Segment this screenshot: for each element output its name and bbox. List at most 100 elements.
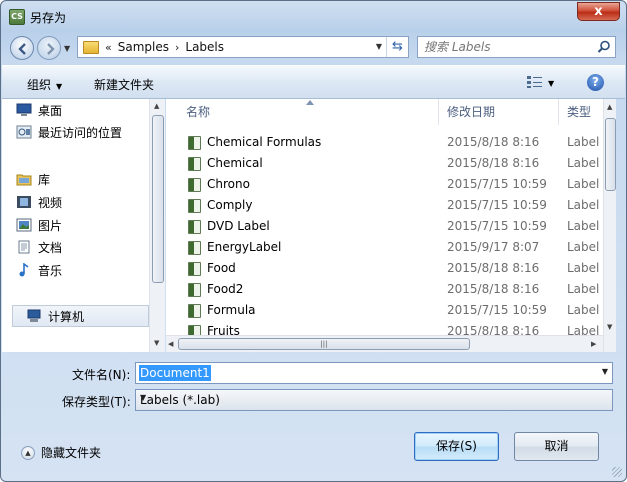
filename-field[interactable]: Document1 xyxy=(139,365,211,381)
file-row[interactable]: Chemical Formulas 2015/8/18 8:16 Label xyxy=(184,132,614,153)
file-date: 2015/8/18 8:16 xyxy=(447,282,540,296)
filename-combobox[interactable]: Document1 ▼ xyxy=(135,362,613,384)
file-type: Label xyxy=(567,240,600,254)
file-type: Label xyxy=(567,156,600,170)
file-type: Label xyxy=(567,303,600,317)
sidebar-item-documents[interactable]: 文档 xyxy=(18,238,63,256)
file-name: Comply xyxy=(207,198,253,212)
sidebar-item-label: 视频 xyxy=(38,195,63,210)
file-date: 2015/8/18 8:16 xyxy=(447,324,540,335)
pictures-icon xyxy=(16,218,32,232)
recent-locations-dropdown[interactable]: ▼ xyxy=(64,44,70,53)
back-button[interactable] xyxy=(10,36,34,60)
address-bar[interactable]: « Samples › Labels ▼ ⇆ xyxy=(77,36,409,58)
file-row[interactable]: Formula 2015/7/15 10:59 Label xyxy=(184,300,614,321)
breadcrumb-separator[interactable]: › xyxy=(175,41,179,54)
save-as-dialog: CS 另存为 x ▼ « Samples › Labels ▼ ⇆ 组织 ▼ 新建… xyxy=(0,0,627,482)
refresh-icon[interactable]: ⇆ xyxy=(386,37,408,57)
filename-label: 文件名(N): xyxy=(72,368,131,382)
scroll-left-icon[interactable]: ◀ xyxy=(168,340,173,348)
sidebar-item-computer-label-row[interactable]: 计算机 xyxy=(27,307,84,325)
label-file-icon xyxy=(188,262,201,276)
label-file-icon xyxy=(188,220,201,234)
search-icon[interactable] xyxy=(597,40,611,54)
breadcrumb-labels[interactable]: Labels xyxy=(185,40,224,54)
window-title: 另存为 xyxy=(30,11,67,25)
command-toolbar: 组织 ▼ 新建文件夹 ▼ ? xyxy=(2,65,625,99)
file-row[interactable]: Chemical 2015/8/18 8:16 Label xyxy=(184,153,614,174)
breadcrumb-samples[interactable]: Samples xyxy=(118,40,169,54)
scroll-down-icon[interactable]: ▼ xyxy=(607,323,612,331)
sidebar-item-video[interactable]: 视频 xyxy=(17,193,63,211)
close-button[interactable]: x xyxy=(577,2,620,21)
search-input[interactable] xyxy=(424,39,594,55)
overflow-chevron[interactable]: « xyxy=(105,41,112,54)
organize-button[interactable]: 组织 ▼ xyxy=(27,76,62,93)
scroll-up-icon[interactable]: ▲ xyxy=(154,102,159,110)
scroll-up-icon[interactable]: ▲ xyxy=(607,103,612,111)
address-dropdown-icon[interactable]: ▼ xyxy=(376,42,382,51)
file-row[interactable]: Fruits 2015/8/18 8:16 Label xyxy=(184,321,614,335)
file-row[interactable]: Chrono 2015/7/15 10:59 Label xyxy=(184,174,614,195)
column-header-type[interactable]: 类型 xyxy=(559,99,603,125)
sidebar-item-recent-places[interactable]: 最近访问的位置 xyxy=(16,123,122,141)
vertical-scroll-thumb[interactable] xyxy=(605,118,616,191)
save-button[interactable]: 保存(S) xyxy=(414,432,499,461)
forward-button[interactable] xyxy=(37,36,61,60)
column-header-date[interactable]: 修改日期 xyxy=(439,99,559,125)
documents-icon xyxy=(18,240,30,254)
sidebar-item-label: 桌面 xyxy=(38,103,63,118)
file-list-vertical-scrollbar[interactable]: ▲ ▼ xyxy=(603,99,616,352)
chevron-down-icon[interactable]: ▼ xyxy=(140,393,608,402)
recent-places-icon xyxy=(16,125,32,139)
navigation-pane: 桌面 最近访问的位置 库 视频 图片 文档 音乐 计算机 ▲ ▼ xyxy=(2,99,165,352)
label-file-icon xyxy=(188,304,201,318)
new-folder-button[interactable]: 新建文件夹 xyxy=(94,76,154,93)
sidebar-item-label: 库 xyxy=(38,172,51,187)
filetype-select[interactable]: Labels (*.lab) ▼ xyxy=(135,389,613,411)
resize-grip-icon[interactable] xyxy=(612,467,622,477)
scroll-down-icon[interactable]: ▼ xyxy=(154,339,159,347)
view-options-icon[interactable] xyxy=(526,75,544,89)
help-icon[interactable]: ? xyxy=(587,74,604,91)
file-date: 2015/7/15 10:59 xyxy=(447,177,547,191)
scroll-right-icon[interactable]: ▶ xyxy=(591,340,596,348)
arrow-left-icon xyxy=(18,43,26,55)
sidebar-item-library[interactable]: 库 xyxy=(16,170,51,188)
file-list-horizontal-scrollbar[interactable]: ◀ ||| ▶ xyxy=(166,335,603,352)
title-bar: CS 另存为 x xyxy=(1,1,626,31)
file-row[interactable]: DVD Label 2015/7/15 10:59 Label xyxy=(184,216,614,237)
file-type: Label xyxy=(567,282,600,296)
file-name: Chemical xyxy=(207,156,263,170)
file-list-pane: 名称 修改日期 类型 Chemical Formulas 2015/8/18 8:… xyxy=(166,99,616,352)
sidebar-item-label: 图片 xyxy=(38,218,63,233)
hide-folders-toggle[interactable]: ▲ 隐藏文件夹 xyxy=(21,444,101,461)
sidebar-item-pictures[interactable]: 图片 xyxy=(16,216,63,234)
sidebar-scroll-thumb[interactable] xyxy=(152,115,164,283)
sidebar-item-desktop[interactable]: 桌面 xyxy=(16,101,63,119)
collapse-up-icon: ▲ xyxy=(21,445,35,460)
file-date: 2015/7/15 10:59 xyxy=(447,198,547,212)
chevron-down-icon[interactable]: ▼ xyxy=(602,367,608,376)
file-row[interactable]: Food 2015/8/18 8:16 Label xyxy=(184,258,614,279)
cancel-button[interactable]: 取消 xyxy=(514,432,599,461)
column-header-name[interactable]: 名称 xyxy=(166,99,439,125)
label-file-icon xyxy=(188,325,201,335)
file-type: Label xyxy=(567,261,600,275)
file-name: Chemical Formulas xyxy=(207,135,322,149)
file-name: Food xyxy=(207,261,236,275)
folder-icon xyxy=(83,40,99,54)
file-date: 2015/8/18 8:16 xyxy=(447,156,540,170)
sidebar-item-label: 文档 xyxy=(38,240,63,255)
view-dropdown-icon[interactable]: ▼ xyxy=(548,79,554,88)
organize-label: 组织 xyxy=(27,78,52,92)
file-row[interactable]: Food2 2015/8/18 8:16 Label xyxy=(184,279,614,300)
file-row[interactable]: Comply 2015/7/15 10:59 Label xyxy=(184,195,614,216)
file-name: Fruits xyxy=(207,324,240,335)
sidebar-item-music[interactable]: 音乐 xyxy=(19,261,62,279)
file-row[interactable]: EnergyLabel 2015/9/17 8:07 Label xyxy=(184,237,614,258)
column-header-label: 类型 xyxy=(567,105,592,119)
sidebar-scrollbar[interactable]: ▲ ▼ xyxy=(149,99,165,352)
search-box[interactable] xyxy=(417,36,616,58)
horizontal-scroll-thumb[interactable]: ||| xyxy=(178,338,470,350)
